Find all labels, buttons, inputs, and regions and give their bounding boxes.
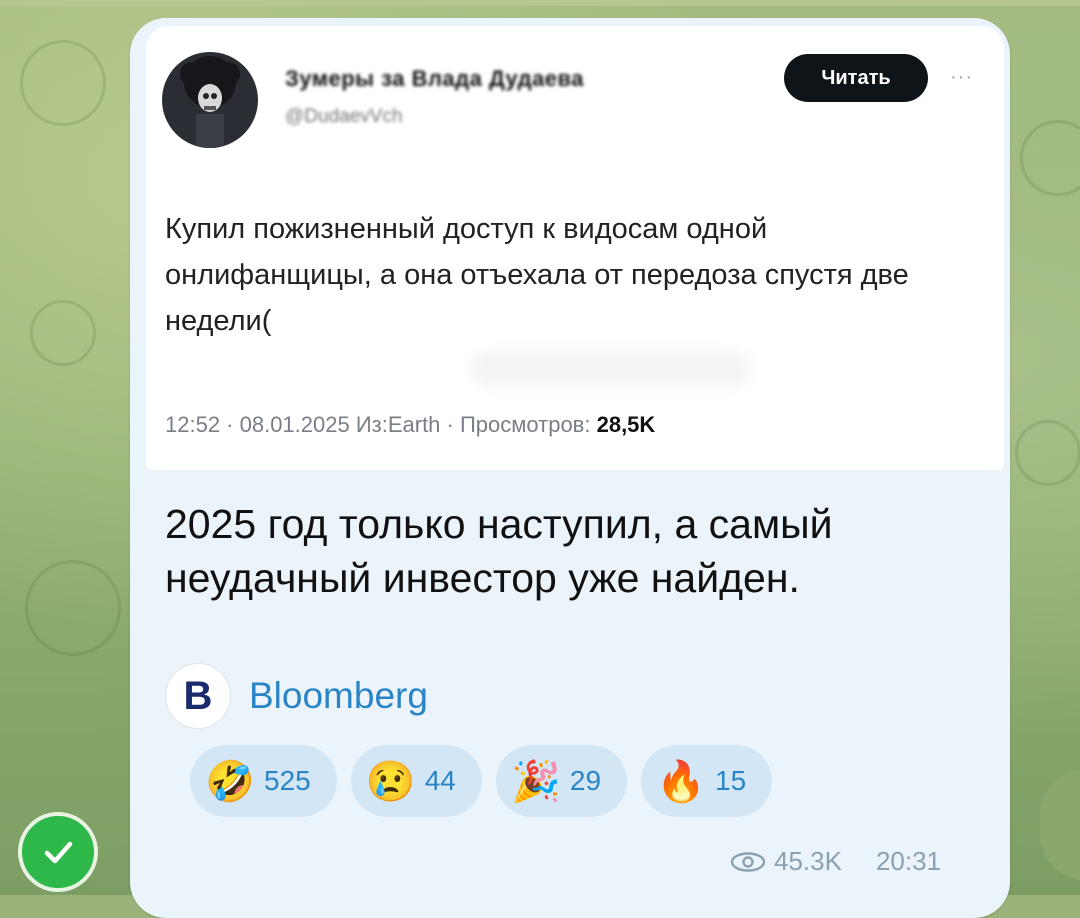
background-doodle bbox=[30, 300, 96, 366]
message-time: 20:31 bbox=[875, 846, 942, 876]
reaction-fire[interactable]: 🔥 15 bbox=[641, 745, 773, 817]
more-options-icon[interactable]: ··· bbox=[950, 66, 973, 89]
reaction-laughing[interactable]: 🤣 525 bbox=[190, 745, 337, 817]
tweet-author-handle: @DudaevVch bbox=[285, 106, 403, 127]
background-doodle bbox=[1015, 420, 1080, 486]
channel-link[interactable]: B Bloomberg bbox=[165, 663, 428, 729]
channel-link-label[interactable]: Bloomberg bbox=[249, 675, 428, 717]
tweet-view-count: 28,5K bbox=[596, 412, 656, 437]
message-view-count: 45.3K bbox=[774, 846, 842, 876]
reaction-count: 525 bbox=[264, 765, 311, 796]
tweet-meta-details: 12:52 · 08.01.2025 Из:Earth · Просмотров… bbox=[165, 412, 597, 437]
reaction-crying[interactable]: 😢 44 bbox=[350, 745, 482, 817]
tweet-text: Купил пожизненный доступ к видосам одной… bbox=[165, 213, 909, 337]
background-doodle bbox=[25, 560, 121, 656]
follow-button[interactable]: Читать bbox=[784, 54, 928, 102]
crying-emoji-icon: 😢 bbox=[365, 759, 416, 804]
background-doodle bbox=[20, 40, 106, 126]
tweet-avatar bbox=[162, 52, 258, 148]
top-strip bbox=[0, 0, 1080, 6]
reaction-count: 44 bbox=[424, 765, 456, 796]
rofl-emoji-icon: 🤣 bbox=[205, 759, 255, 804]
reactions-bar: 🤣 525 😢 44 🎉 29 🔥 15 bbox=[190, 745, 773, 817]
reaction-count: 15 bbox=[715, 765, 747, 796]
tweet-author-name: Зумеры за Влада Дудаева bbox=[285, 66, 585, 91]
message-footer: 45.3K 20:31 bbox=[730, 846, 941, 877]
blurred-overlay bbox=[470, 352, 750, 386]
eye-icon bbox=[730, 851, 766, 872]
party-popper-emoji-icon: 🎉 bbox=[510, 759, 561, 804]
tweet-meta: 12:52 · 08.01.2025 Из:Earth · Просмотров… bbox=[165, 412, 655, 438]
bloomberg-logo-icon: B bbox=[165, 663, 231, 729]
checkmark-icon[interactable] bbox=[18, 812, 98, 892]
reaction-party[interactable]: 🎉 29 bbox=[495, 745, 628, 817]
fire-emoji-icon: 🔥 bbox=[656, 759, 706, 804]
message-caption: 2025 год только наступил, а самый неудач… bbox=[165, 501, 833, 601]
reaction-count: 29 bbox=[569, 765, 602, 796]
